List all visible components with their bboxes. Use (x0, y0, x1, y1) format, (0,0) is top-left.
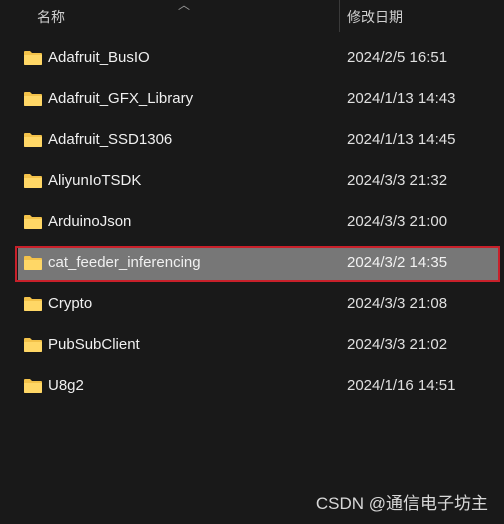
file-name: Adafruit_SSD1306 (48, 131, 173, 148)
folder-icon (24, 256, 42, 270)
file-name: U8g2 (48, 377, 84, 394)
file-modified-date: 2024/3/3 21:00 (347, 213, 448, 230)
file-modified-date: 2024/2/5 16:51 (347, 49, 448, 66)
folder-icon (24, 297, 42, 311)
file-modified-date: 2024/3/3 21:32 (347, 172, 448, 189)
file-modified-date: 2024/3/2 14:35 (347, 254, 448, 271)
file-row[interactable]: cat_feeder_inferencing 2024/3/2 14:35 (18, 247, 500, 280)
file-row[interactable]: Adafruit_GFX_Library 2024/1/13 14:43 (18, 83, 500, 116)
file-modified-date: 2024/3/3 21:02 (347, 336, 448, 353)
file-modified-date: 2024/1/13 14:43 (347, 90, 456, 107)
file-modified-date: 2024/1/13 14:45 (347, 131, 456, 148)
column-header-bar: 名称 ︿ 修改日期 (0, 0, 504, 34)
file-row[interactable]: Adafruit_BusIO 2024/2/5 16:51 (18, 42, 500, 75)
name-column-header[interactable]: 名称 (37, 7, 65, 27)
watermark: CSDN @通信电子坊主 (315, 494, 488, 513)
folder-icon (24, 338, 42, 352)
chevron-up-icon: ︿ (178, 0, 191, 12)
file-row[interactable]: AliyunIoTSDK 2024/3/3 21:32 (18, 165, 500, 198)
file-row[interactable]: ArduinoJson 2024/3/3 21:00 (18, 206, 500, 239)
file-modified-date: 2024/3/3 21:08 (347, 295, 448, 312)
file-name: cat_feeder_inferencing (48, 254, 201, 271)
file-row[interactable]: U8g2 2024/1/16 14:51 (18, 370, 500, 403)
file-name: ArduinoJson (48, 213, 132, 230)
file-name: AliyunIoTSDK (48, 172, 142, 189)
folder-icon (24, 379, 42, 393)
file-row[interactable]: Adafruit_SSD1306 2024/1/13 14:45 (18, 124, 500, 157)
date-column-header[interactable]: 修改日期 (347, 7, 403, 27)
file-modified-date: 2024/1/16 14:51 (347, 377, 456, 394)
file-name: PubSubClient (48, 336, 140, 353)
column-divider[interactable] (339, 0, 340, 32)
file-row[interactable]: Crypto 2024/3/3 21:08 (18, 288, 500, 321)
file-name: Crypto (48, 295, 93, 312)
file-row[interactable]: PubSubClient 2024/3/3 21:02 (18, 329, 500, 362)
folder-icon (24, 133, 42, 147)
file-name: Adafruit_BusIO (48, 49, 150, 66)
folder-icon (24, 51, 42, 65)
file-name: Adafruit_GFX_Library (48, 90, 194, 107)
folder-icon (24, 215, 42, 229)
folder-icon (24, 92, 42, 106)
folder-icon (24, 174, 42, 188)
